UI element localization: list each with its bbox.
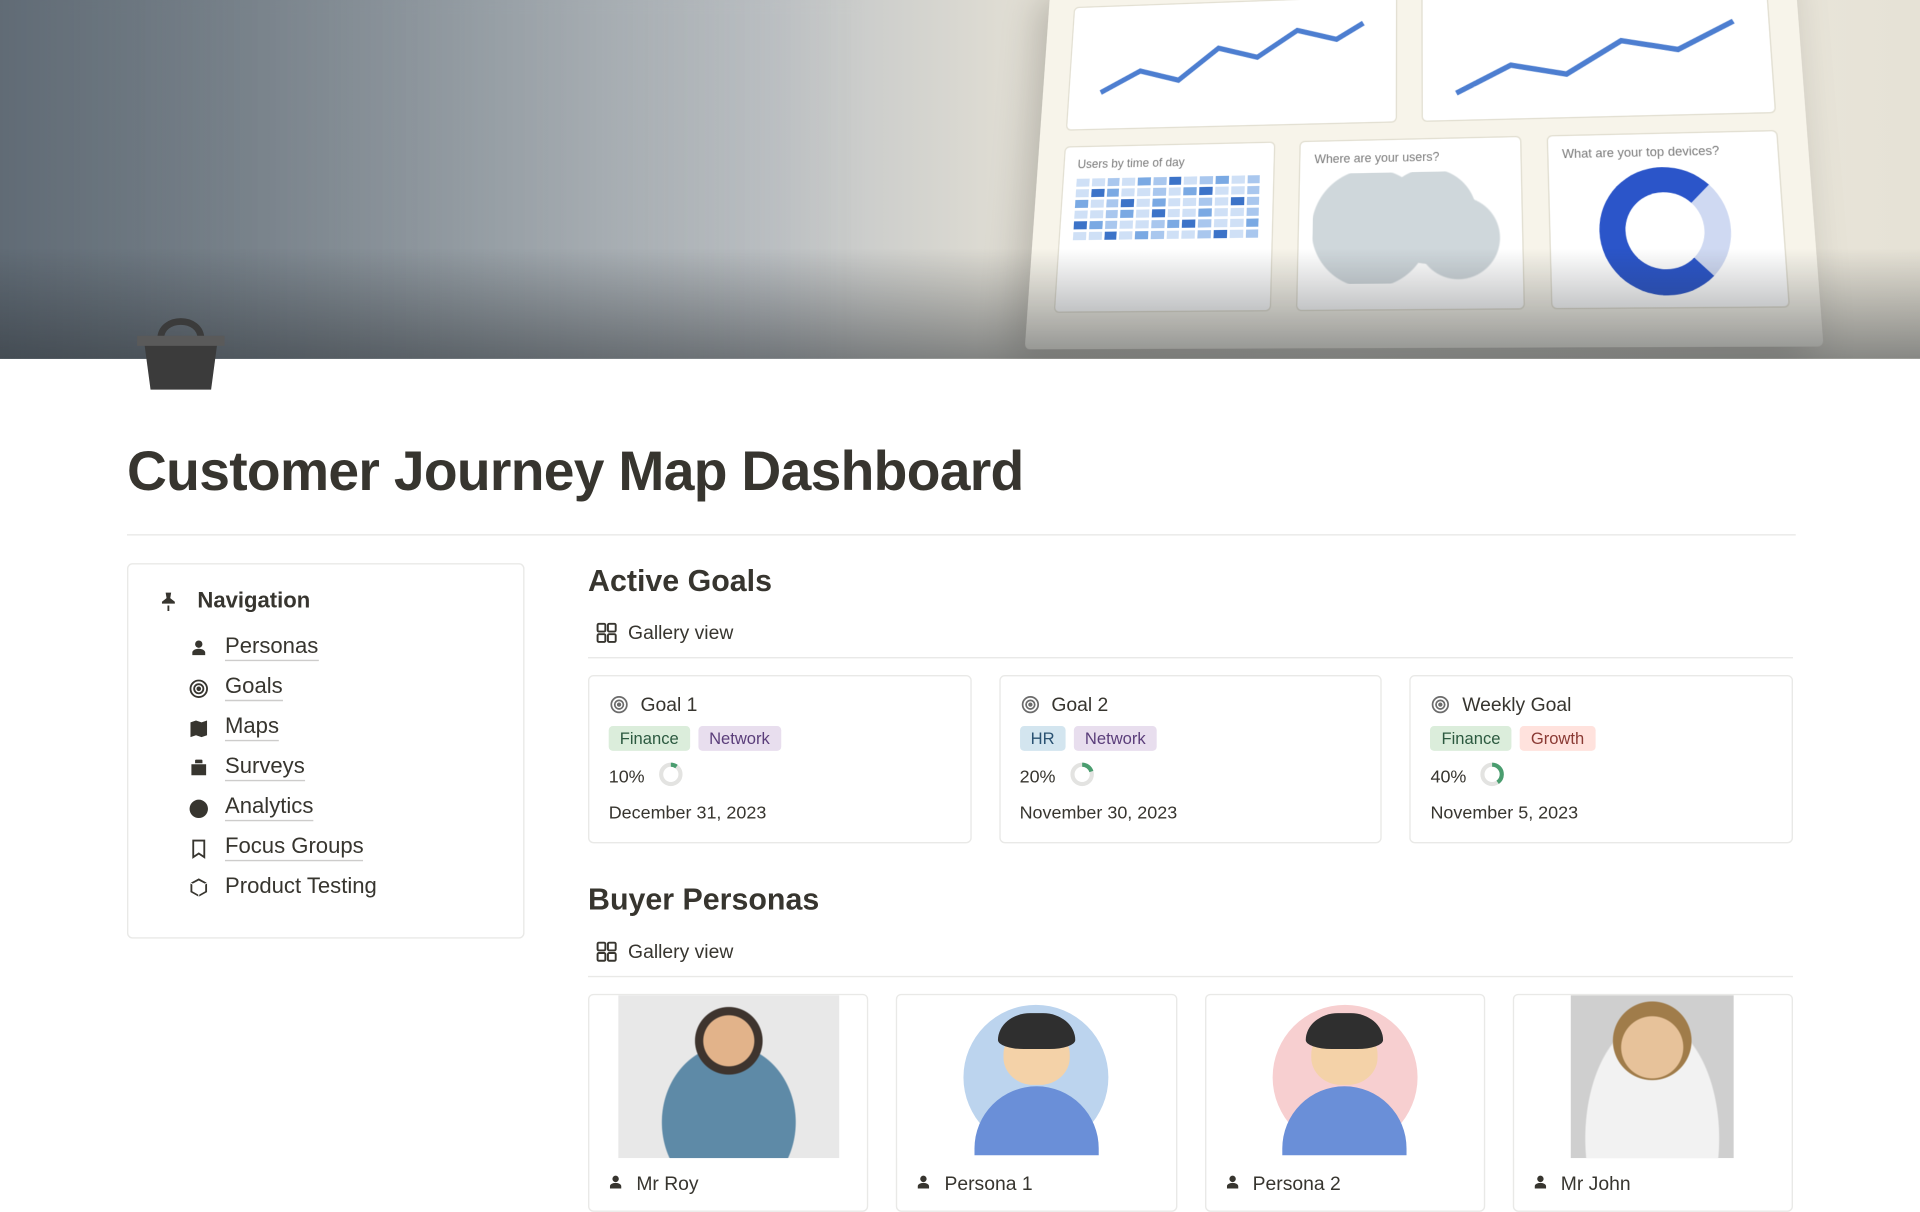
gallery-icon	[596, 941, 617, 962]
goal-progress-pct: 20%	[1020, 766, 1056, 787]
tag: Network	[1074, 726, 1157, 751]
progress-ring-icon	[1069, 762, 1094, 791]
target-icon	[1430, 694, 1451, 715]
goals-gallery-view-tab[interactable]: Gallery view	[588, 613, 1793, 659]
pin-icon	[156, 589, 181, 614]
nav-item-label: Maps	[225, 715, 279, 741]
nav-item-analytics[interactable]: Analytics	[186, 788, 495, 828]
persona-icon	[1222, 1173, 1241, 1192]
goal-title: Goal 1	[640, 693, 697, 715]
target-icon	[609, 694, 630, 715]
progress-ring-icon	[1480, 762, 1505, 791]
gallery-icon	[596, 622, 617, 643]
persona-photo	[618, 995, 839, 1158]
nav-item-label: Goals	[225, 675, 283, 701]
briefcase-icon	[186, 756, 211, 781]
navigation-callout: Navigation Personas Goals Maps Surveys Analy…	[127, 563, 525, 938]
persona-card[interactable]: Persona 2	[1204, 994, 1485, 1212]
page-icon[interactable]	[127, 295, 235, 403]
nav-item-label: Analytics	[225, 795, 313, 821]
persona-card[interactable]: Mr Roy	[588, 994, 869, 1212]
nav-item-label: Product Testing	[225, 875, 377, 900]
chart-icon	[186, 796, 211, 821]
goal-date: November 30, 2023	[1020, 802, 1362, 823]
persona-name: Persona 2	[1253, 1172, 1341, 1194]
goal-card[interactable]: Weekly Goal Finance Growth 40% November 5, 2…	[1410, 675, 1793, 843]
persona-card[interactable]: Mr John	[1512, 994, 1793, 1212]
nav-item-surveys[interactable]: Surveys	[186, 748, 495, 788]
personas-gallery-view-tab[interactable]: Gallery view	[588, 932, 1793, 978]
persona-name: Persona 1	[944, 1172, 1032, 1194]
nav-item-goals[interactable]: Goals	[186, 668, 495, 708]
persona-name: Mr John	[1561, 1172, 1631, 1194]
gallery-view-label: Gallery view	[628, 621, 733, 643]
tag: Finance	[1430, 726, 1511, 751]
nav-item-focus-groups[interactable]: Focus Groups	[186, 828, 495, 868]
nav-item-label: Focus Groups	[225, 835, 364, 861]
tag: HR	[1020, 726, 1066, 751]
persona-icon	[914, 1173, 933, 1192]
persona-name: Mr Roy	[636, 1172, 698, 1194]
progress-ring-icon	[658, 762, 683, 791]
cover-image: Users by time of day Where are your user…	[0, 0, 1920, 359]
goal-progress-pct: 10%	[609, 766, 645, 787]
buyer-personas-title: Buyer Personas	[588, 882, 1793, 918]
basket-icon	[127, 295, 235, 403]
goal-title: Weekly Goal	[1462, 693, 1571, 715]
nav-item-product-testing[interactable]: Product Testing	[186, 868, 495, 907]
target-icon	[186, 676, 211, 701]
tag: Finance	[609, 726, 690, 751]
navigation-header: Navigation	[197, 589, 310, 614]
gallery-view-label: Gallery view	[628, 940, 733, 962]
tag: Network	[698, 726, 781, 751]
tag: Growth	[1520, 726, 1595, 751]
goal-progress-pct: 40%	[1430, 766, 1466, 787]
persona-illustration	[1272, 1004, 1417, 1149]
nav-item-label: Surveys	[225, 755, 305, 781]
persona-icon	[186, 636, 211, 661]
nav-item-personas[interactable]: Personas	[186, 628, 495, 668]
goal-date: November 5, 2023	[1430, 802, 1772, 823]
map-icon	[186, 716, 211, 741]
goal-date: December 31, 2023	[609, 802, 951, 823]
nav-item-maps[interactable]: Maps	[186, 708, 495, 748]
page-title[interactable]: Customer Journey Map Dashboard	[127, 442, 1793, 504]
goal-title: Goal 2	[1051, 693, 1108, 715]
title-divider	[127, 534, 1796, 535]
target-icon	[1020, 694, 1041, 715]
goal-card[interactable]: Goal 1 Finance Network 10% December 31, 2023	[588, 675, 971, 843]
persona-icon	[1530, 1173, 1549, 1192]
persona-illustration	[964, 1004, 1109, 1149]
cube-icon	[186, 875, 211, 900]
active-goals-title: Active Goals	[588, 563, 1793, 599]
persona-photo	[1571, 995, 1734, 1158]
nav-item-label: Personas	[225, 635, 318, 661]
bookmark-icon	[186, 836, 211, 861]
persona-card[interactable]: Persona 1	[896, 994, 1177, 1212]
goal-card[interactable]: Goal 2 HR Network 20% November 30, 2023	[999, 675, 1382, 843]
persona-icon	[606, 1173, 625, 1192]
